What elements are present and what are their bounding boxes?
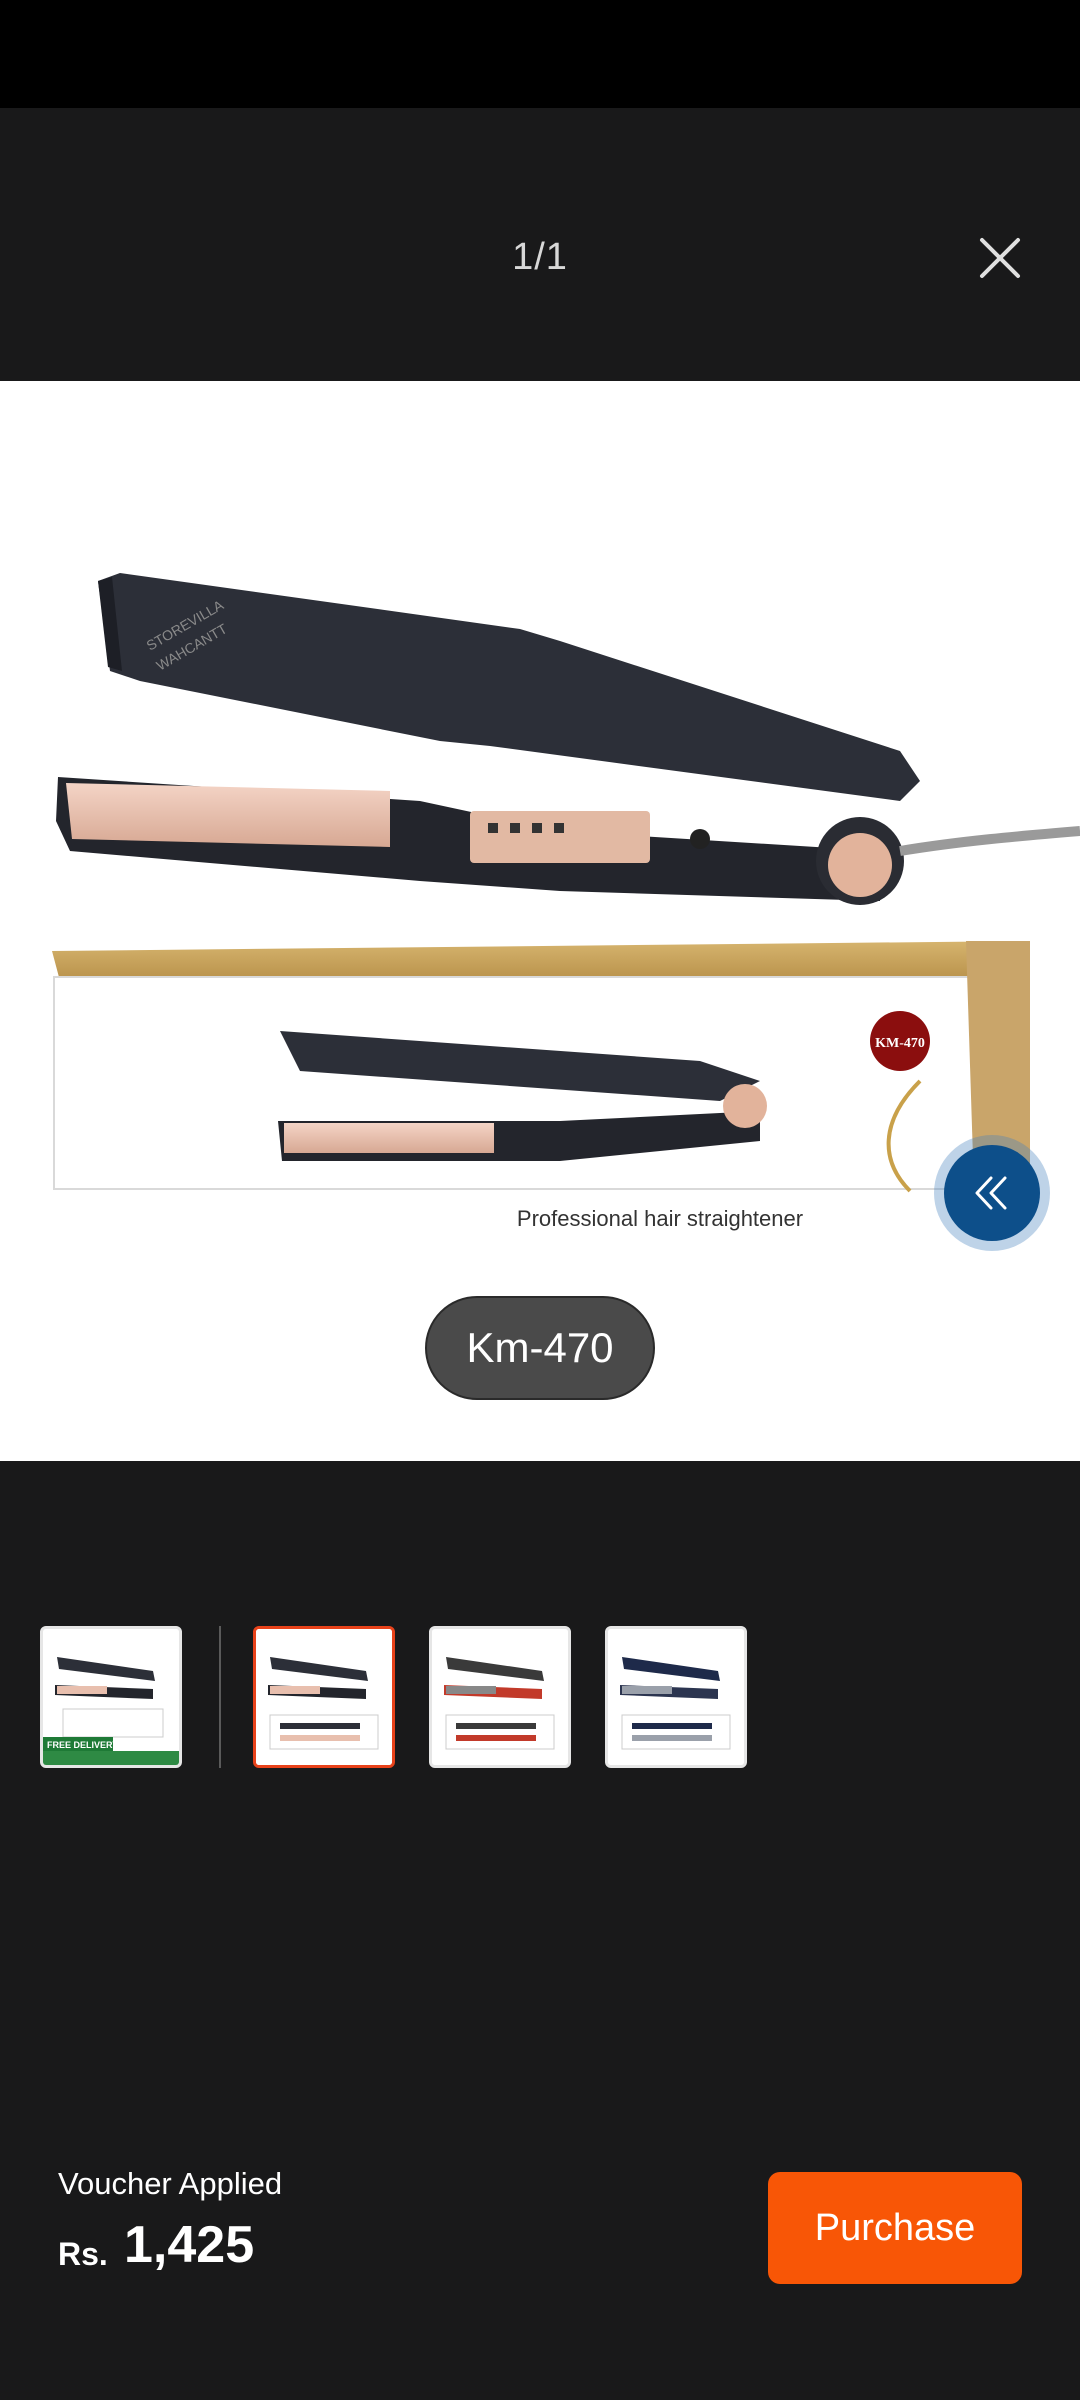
box-badge-text: KM-470 [875, 1036, 925, 1051]
box-caption-text: Professional hair straightener [517, 1206, 803, 1231]
page-counter: 1/1 [512, 236, 568, 278]
double-chevron-left-icon [975, 1176, 1007, 1210]
thumbnail-image [608, 1629, 744, 1765]
thumbnail-4[interactable] [605, 1626, 747, 1768]
thumbnail-divider [219, 1626, 221, 1768]
thumbnail-3[interactable] [429, 1626, 571, 1768]
thumbnail-banner: FREE DELIVERY [47, 1740, 118, 1750]
price-amount: 1,425 [124, 2216, 255, 2274]
thumbnail-2[interactable] [253, 1626, 395, 1768]
purchase-button[interactable]: Purchase [768, 2172, 1022, 2284]
close-icon [980, 238, 1020, 278]
thumbnail-image [256, 1629, 392, 1765]
thumbnail-image: FREE DELIVERY [43, 1629, 179, 1765]
variant-label: Km-470 [425, 1296, 655, 1400]
thumbnail-image [432, 1629, 568, 1765]
thumbnail-1[interactable]: FREE DELIVERY [40, 1626, 182, 1768]
price-currency: Rs. [58, 2236, 108, 2272]
status-bar [0, 0, 1080, 108]
collapse-button[interactable] [934, 1135, 1050, 1251]
voucher-applied-label: Voucher Applied [58, 2166, 283, 2201]
close-button[interactable] [964, 222, 1036, 294]
